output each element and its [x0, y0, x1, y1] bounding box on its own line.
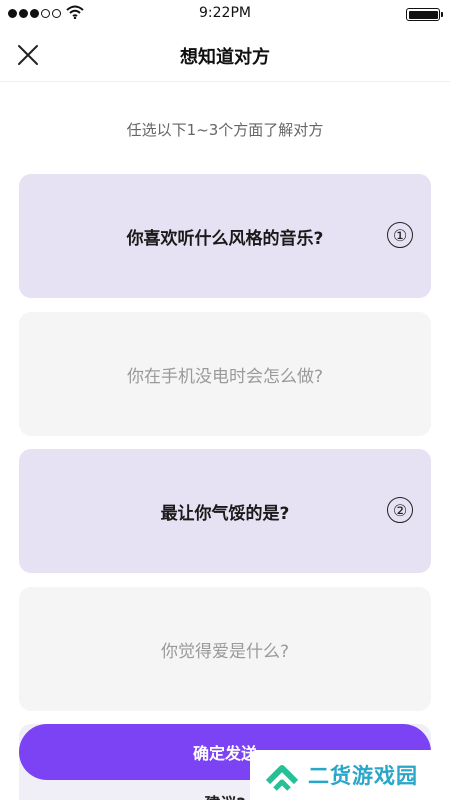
- instruction-text: 任选以下1~3个方面了解对方: [126, 121, 324, 139]
- watermark-text: 二货游戏园: [308, 764, 418, 788]
- page-title: 想知道对方: [180, 47, 270, 68]
- nav-bar: 想知道对方: [0, 28, 450, 82]
- status-bar: 9:22PM: [0, 0, 450, 28]
- question-text: 你喜欢听什么风格的音乐?: [126, 228, 324, 249]
- battery-icon: [406, 8, 443, 21]
- question-text: 你觉得爱是什么?: [160, 641, 290, 662]
- selection-order-badge: ①: [387, 222, 413, 248]
- question-option-4[interactable]: 你觉得爱是什么?: [19, 587, 431, 711]
- status-time: 9:22PM: [199, 5, 251, 21]
- question-option-1[interactable]: 你喜欢听什么风格的音乐? ①: [19, 174, 431, 298]
- question-option-2[interactable]: 你在手机没电时会怎么做?: [19, 312, 431, 436]
- question-option-3[interactable]: 最让你气馁的是? ②: [19, 449, 431, 573]
- selection-order-badge: ②: [387, 497, 413, 523]
- question-text: 你在手机没电时会怎么做?: [126, 366, 324, 387]
- watermark: 二货游戏园: [250, 750, 450, 800]
- watermark-logo-icon: [265, 765, 299, 791]
- question-text: 最让你气馁的是?: [160, 503, 290, 524]
